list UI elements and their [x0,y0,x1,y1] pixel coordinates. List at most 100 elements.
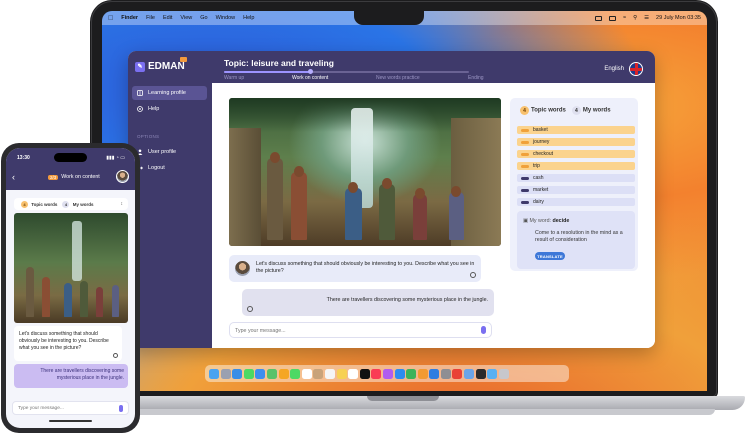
phone-microphone-icon[interactable] [119,405,123,412]
progress-fill [224,71,310,73]
appstore-icon[interactable] [394,368,405,379]
music-icon[interactable] [371,368,382,379]
play-audio-icon[interactable] [247,306,253,312]
appletv-icon[interactable] [359,368,370,379]
play-audio-icon[interactable] [113,353,118,358]
messages-icon[interactable] [243,368,254,379]
launchpad-icon[interactable] [220,368,231,379]
edman-app-window: ✎ EDMAN Topic: leisure and traveling War… [128,51,655,348]
phone-message-input-bar [12,401,129,415]
microphone-icon[interactable] [481,326,486,334]
sidebar-item-learning-profile[interactable]: Learning profile [132,86,207,100]
sidebar-item-logout[interactable]: Logout [132,161,207,175]
menu-view[interactable]: View [180,15,192,21]
book-icon [137,90,143,96]
word-marker [521,129,529,132]
settings-icon[interactable] [440,368,451,379]
facetime-icon[interactable] [290,368,301,379]
word-chip-topic[interactable]: trip [517,162,635,170]
phone-words-tabs[interactable]: 4 Topic words 4 My words ↕ [14,198,128,210]
scene-temple-left [229,128,261,246]
tab-topic-words[interactable]: 4 Topic words [520,106,566,115]
words-tabs: 4 Topic words 4 My words [520,106,611,115]
expand-chevron-icon[interactable]: ↕ [121,201,124,207]
help-icon [137,106,143,112]
main-content: Let's discuss something that should obvi… [212,83,655,348]
back-chevron-icon[interactable]: ‹ [12,172,15,182]
scene-traveller-head [382,178,392,189]
word-chip-mine[interactable]: market [517,186,635,194]
translate-button[interactable]: TRANSLATE [535,252,565,260]
word-chip-topic[interactable]: journey [517,138,635,146]
menu-go[interactable]: Go [200,15,207,21]
control-center-icon[interactable]: ☰ [644,15,649,21]
battery-icon[interactable] [609,15,617,21]
phone-step-label: Work on content [61,174,100,180]
apple-menu-icon[interactable]:  [108,15,113,22]
word-chip-mine[interactable]: cash [517,174,635,182]
scene-traveller [80,281,88,317]
wifi-icon[interactable]: ≈ [623,15,626,21]
sidebar-item-label: Logout [148,165,165,171]
maps-icon[interactable] [266,368,277,379]
menu-file[interactable]: File [146,15,155,21]
spotlight-icon[interactable]: ⚲ [633,15,637,21]
word-chip-mine[interactable]: dairy [517,198,635,206]
chrome-icon[interactable] [452,368,463,379]
message-input[interactable] [235,325,470,336]
language-selector[interactable]: English [604,62,643,76]
macos-dock [205,365,569,382]
word-text: journey [533,139,550,145]
keynote-icon[interactable] [429,368,440,379]
play-audio-icon[interactable] [470,272,476,278]
pages-icon[interactable] [417,368,428,379]
reminders-icon[interactable] [324,368,335,379]
photos-icon[interactable] [278,368,289,379]
terminal-icon[interactable] [475,368,486,379]
step-new-words-practice[interactable]: New words practice [376,75,420,81]
edman-logo[interactable]: ✎ EDMAN [135,57,187,72]
scene-traveller [26,267,34,317]
bot-message: Let's discuss something that should obvi… [229,255,481,282]
contacts-icon[interactable] [313,368,324,379]
phone-tab-my-words[interactable]: 4 My words [62,200,94,208]
jungle-travellers-image [229,98,501,246]
step-work-on-content[interactable]: Work on content [292,75,328,81]
phone-my-label: My words [72,201,94,207]
numbers-icon[interactable] [406,368,417,379]
word-chip-topic[interactable]: checkout [517,150,635,158]
finder-icon[interactable] [209,368,219,379]
home-indicator [49,420,92,422]
screen-mirroring-icon[interactable] [595,15,603,21]
topic-words-count: 4 [520,106,529,115]
step-warm-up[interactable]: Warm up [224,75,244,81]
definition-prefix: My word: [529,218,552,224]
downloads-icon[interactable] [487,368,498,379]
trash-icon[interactable] [498,368,509,379]
phone-tutor-avatar[interactable] [116,170,129,183]
freeform-icon[interactable] [348,368,359,379]
sidebar-item-help[interactable]: Help [132,102,207,116]
step-ending[interactable]: Ending [468,75,484,81]
mail-icon[interactable] [255,368,266,379]
menubar-datetime[interactable]: 29 July Mon 03:35 [656,15,701,21]
safari-icon[interactable] [232,368,243,379]
phone-message-input[interactable] [18,404,113,413]
menu-edit[interactable]: Edit [163,15,172,21]
word-marker [521,189,529,192]
menu-finder[interactable]: Finder [121,15,138,21]
notes-icon[interactable] [336,368,347,379]
phone-topic-label: Topic words [31,201,58,207]
calendar-icon[interactable] [301,368,312,379]
sidebar-item-user-profile[interactable]: User profile [132,145,207,159]
menu-window[interactable]: Window [216,15,236,21]
word-chip-topic[interactable]: basket [517,126,635,134]
menu-help[interactable]: Help [243,15,254,21]
tab-my-words-label: My words [582,107,611,114]
preview-icon[interactable] [464,368,475,379]
phone-tab-topic-words[interactable]: 4 Topic words [21,200,58,208]
phone-step-title: 2/3 Work on content [48,174,100,180]
topic-title: Topic: leisure and traveling [224,58,334,68]
podcasts-icon[interactable] [382,368,393,379]
tab-my-words[interactable]: 4 My words [571,106,611,115]
